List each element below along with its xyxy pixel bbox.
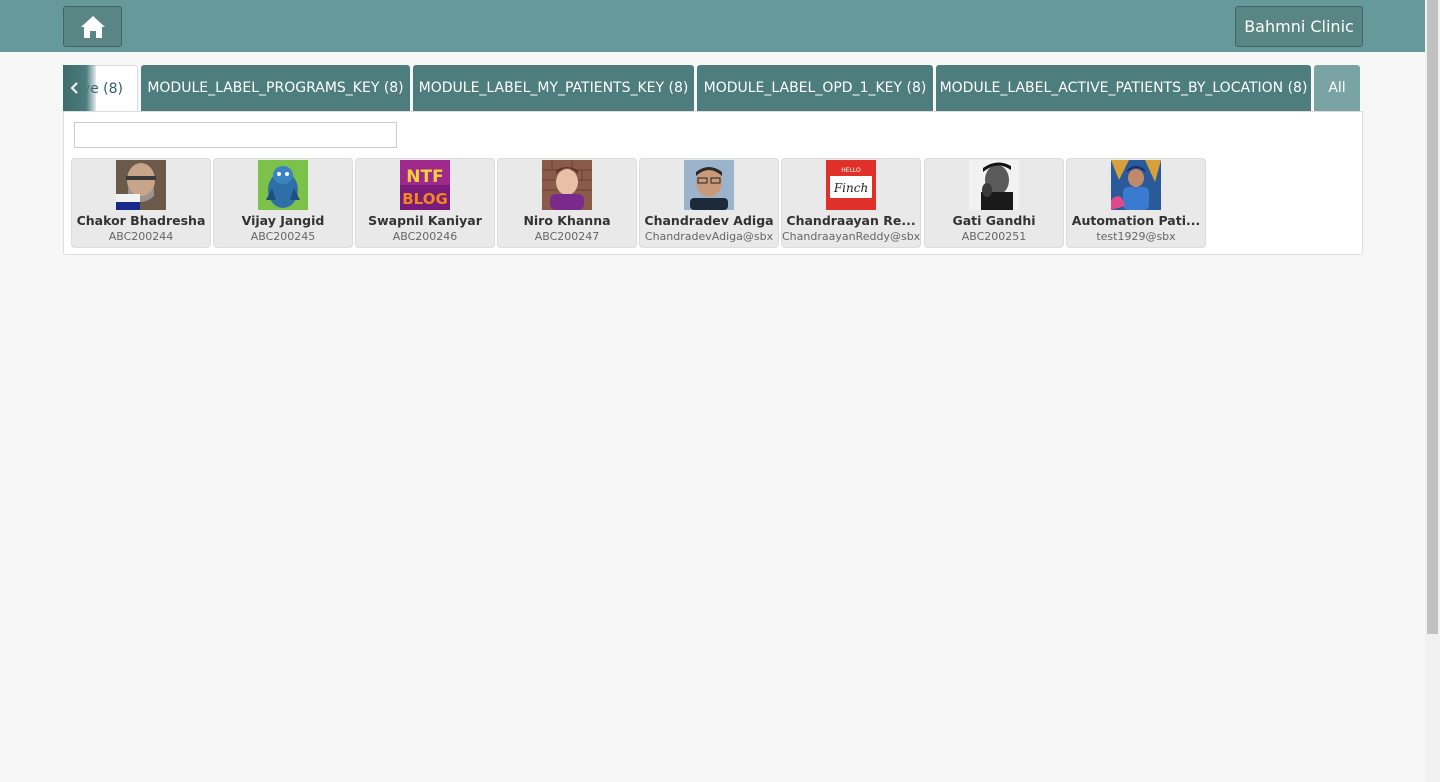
patient-list-panel: Chakor Bhadresha ABC200244 Vijay Jangid … bbox=[63, 111, 1363, 255]
scrollbar-thumb[interactable] bbox=[1427, 0, 1438, 634]
tab-label: MODULE_LABEL_MY_PATIENTS_KEY (8) bbox=[418, 80, 689, 96]
search-input[interactable] bbox=[74, 122, 397, 148]
page-scrollbar[interactable] bbox=[1425, 0, 1440, 782]
tab-label: All bbox=[1328, 80, 1346, 96]
patient-name: Niro Khanna bbox=[523, 213, 611, 228]
patient-name: Vijay Jangid bbox=[241, 213, 325, 228]
chevron-left-icon bbox=[70, 82, 78, 94]
patient-id: ABC200246 bbox=[392, 230, 458, 243]
patient-photo bbox=[116, 160, 166, 210]
tab-label: MODULE_LABEL_OPD_1_KEY (8) bbox=[703, 80, 927, 96]
patient-id: ABC200245 bbox=[250, 230, 316, 243]
tab-programs[interactable]: MODULE_LABEL_PROGRAMS_KEY (8) bbox=[141, 65, 410, 111]
tab-my-patients[interactable]: MODULE_LABEL_MY_PATIENTS_KEY (8) bbox=[413, 65, 694, 111]
blog-logo-top-text: NTF bbox=[406, 167, 443, 187]
patient-name: Gati Gandhi bbox=[952, 213, 1036, 228]
tab-label: MODULE_LABEL_PROGRAMS_KEY (8) bbox=[147, 80, 404, 96]
finch-tag-text: Finch bbox=[833, 181, 868, 195]
patient-photo bbox=[684, 160, 734, 210]
top-bar: Bahmni Clinic bbox=[0, 0, 1425, 52]
patient-card[interactable]: NTF BLOG Swapnil Kaniyar ABC200246 bbox=[355, 158, 495, 248]
patient-photo bbox=[969, 160, 1019, 210]
patient-id: ABC200251 bbox=[961, 230, 1027, 243]
tab-opd-1[interactable]: MODULE_LABEL_OPD_1_KEY (8) bbox=[697, 65, 933, 111]
patient-name: Chandraayan Re... bbox=[786, 213, 916, 228]
patient-id: ChandradevAdiga@sbx bbox=[644, 230, 774, 243]
patient-card[interactable]: Chakor Bhadresha ABC200244 bbox=[71, 158, 211, 248]
tab-bar: ve (8) MODULE_LABEL_PROGRAMS_KEY (8) MOD… bbox=[63, 65, 1363, 112]
patient-id: ABC200247 bbox=[534, 230, 600, 243]
patient-name: Swapnil Kaniyar bbox=[368, 213, 482, 228]
patient-card[interactable]: Vijay Jangid ABC200245 bbox=[213, 158, 353, 248]
patient-card[interactable]: Automation Pati... test1929@sbx bbox=[1066, 158, 1206, 248]
patient-name: Automation Pati... bbox=[1071, 213, 1201, 228]
patient-card[interactable]: Niro Khanna ABC200247 bbox=[497, 158, 637, 248]
tab-active-patients-by-location[interactable]: MODULE_LABEL_ACTIVE_PATIENTS_BY_LOCATION… bbox=[936, 65, 1311, 111]
patient-photo bbox=[1111, 160, 1161, 210]
patient-name: Chandradev Adiga bbox=[644, 213, 774, 228]
tab-all[interactable]: All bbox=[1314, 65, 1360, 111]
patient-id: ABC200244 bbox=[108, 230, 174, 243]
patient-name: Chakor Bhadresha bbox=[76, 213, 206, 228]
clinic-button[interactable]: Bahmni Clinic bbox=[1235, 6, 1363, 47]
blog-logo-bottom-text: BLOG bbox=[402, 190, 448, 208]
home-icon bbox=[80, 15, 105, 38]
patient-photo: HELLO Finch bbox=[826, 160, 876, 210]
patient-id: ChandraayanReddy@sbx bbox=[782, 230, 920, 243]
patient-photo: NTF BLOG bbox=[400, 160, 450, 210]
home-button[interactable] bbox=[63, 6, 122, 47]
patient-card[interactable]: HELLO Finch Chandraayan Re... Chandraaya… bbox=[781, 158, 921, 248]
tabs-scroll-left-button[interactable] bbox=[63, 65, 96, 111]
patient-photo bbox=[258, 160, 308, 210]
tab-label: MODULE_LABEL_ACTIVE_PATIENTS_BY_LOCATION… bbox=[939, 80, 1308, 96]
patient-photo bbox=[542, 160, 592, 210]
patient-id: test1929@sbx bbox=[1096, 230, 1176, 243]
patient-card[interactable]: Gati Gandhi ABC200251 bbox=[924, 158, 1064, 248]
hello-tag-text: HELLO bbox=[841, 167, 861, 174]
patient-card[interactable]: Chandradev Adiga ChandradevAdiga@sbx bbox=[639, 158, 779, 248]
